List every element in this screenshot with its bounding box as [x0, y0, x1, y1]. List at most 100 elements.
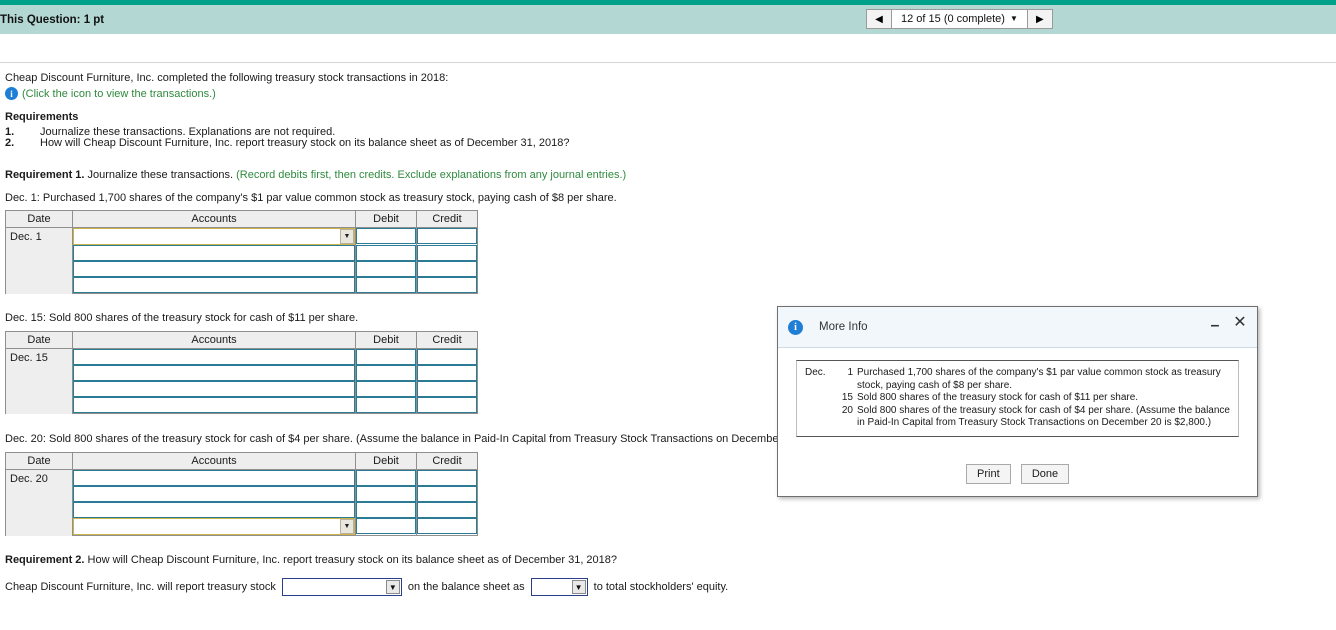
print-button[interactable]: Print — [965, 464, 1011, 484]
entry-3-account-input-2[interactable] — [73, 486, 355, 502]
table-row — [6, 365, 478, 381]
header-divider — [0, 62, 1336, 63]
entry-1-credit-input-2[interactable] — [417, 245, 477, 261]
entry-2-credit-input-4[interactable] — [417, 397, 477, 413]
journal-entry-table-3: Date Accounts Debit Credit Dec. 20 ▼ — [5, 452, 478, 536]
entry-1-account-dropdown-1[interactable]: ▼ — [73, 228, 355, 245]
entry-3-debit-input-1[interactable] — [356, 470, 416, 486]
column-header-debit: Debit — [355, 452, 417, 470]
requirement-2-sentence-part-3: to total stockholders' equity. — [593, 581, 729, 593]
treasury-stock-report-select[interactable]: ▼ — [281, 578, 402, 596]
view-transactions-link[interactable]: (Click the icon to view the transactions… — [22, 88, 216, 100]
entry-2-debit-input-3[interactable] — [356, 381, 416, 397]
month-label: Dec. — [805, 367, 826, 378]
entry-1-credit-cell-2 — [416, 245, 478, 261]
entry-2-account-input-4[interactable] — [73, 397, 355, 413]
entry-1-debit-input-4[interactable] — [356, 277, 416, 293]
entry-2-credit-input-3[interactable] — [417, 381, 477, 397]
entry-2-credit-cell-2 — [416, 365, 478, 381]
entry-2-account-input-1[interactable] — [73, 349, 355, 365]
entry-2-debit-cell-2 — [355, 365, 417, 381]
entry-3-debit-input-4[interactable] — [356, 518, 416, 534]
entry-3-account-cell-3 — [72, 502, 356, 518]
entry-1-date-cell: Dec. 1 — [5, 227, 73, 294]
entry-3-credit-input-4[interactable] — [417, 518, 477, 534]
entry-2-debit-input-2[interactable] — [356, 365, 416, 381]
entry-2-debit-cell-4 — [355, 397, 417, 414]
dialog-title-bar: i More Info – ✕ — [778, 307, 1257, 348]
next-arrow-icon: ▶ — [1036, 13, 1044, 25]
requirement-2-sentence-part-2: on the balance sheet as — [407, 581, 525, 593]
entry-1-account-cell-2 — [72, 245, 356, 261]
entry-1-account-input-2[interactable] — [73, 245, 355, 261]
next-question-button[interactable]: ▶ — [1026, 9, 1053, 29]
chevron-down-icon[interactable]: ▼ — [571, 580, 586, 594]
entry-3-account-input-3[interactable] — [73, 502, 355, 518]
column-header-credit: Credit — [416, 452, 478, 470]
chevron-down-icon[interactable]: ▼ — [340, 519, 354, 534]
entry-2-debit-input-4[interactable] — [356, 397, 416, 413]
entry-3-account-cell-2 — [72, 486, 356, 502]
table-header-row: Date Accounts Debit Credit — [5, 210, 478, 228]
dialog-body: Dec. 1 Purchased 1,700 shares of the com… — [778, 348, 1257, 437]
entry-2-debit-input-1[interactable] — [356, 349, 416, 365]
transaction-text: Sold 800 shares of the treasury stock fo… — [857, 404, 1230, 429]
view-transactions-link-row[interactable]: i (Click the icon to view the transactio… — [5, 87, 216, 100]
entry-3-account-dropdown-4[interactable]: ▼ — [73, 518, 355, 535]
dialog-footer: Print Done — [778, 464, 1257, 484]
entry-1-debit-input-2[interactable] — [356, 245, 416, 261]
entry-3-credit-cell-2 — [416, 486, 478, 502]
entry-2-credit-input-1[interactable] — [417, 349, 477, 365]
entry-3-debit-input-2[interactable] — [356, 486, 416, 502]
entry-1-account-cell-3 — [72, 261, 356, 277]
chevron-down-icon[interactable]: ▼ — [385, 580, 400, 594]
entry-3-account-cell-4: ▼ — [72, 518, 356, 536]
entry-2-account-input-2[interactable] — [73, 365, 355, 381]
entry-3-credit-input-1[interactable] — [417, 470, 477, 486]
entry-1-credit-input-4[interactable] — [417, 277, 477, 293]
entry-1-debit-input-3[interactable] — [356, 261, 416, 277]
question-selector-dropdown[interactable]: 12 of 15 (0 complete) ▼ — [892, 9, 1027, 29]
requirement-1-label: Requirement 1. — [5, 169, 85, 181]
info-icon[interactable]: i — [5, 87, 18, 100]
entry-1-account-input-4[interactable] — [73, 277, 355, 293]
entry-3-debit-input-3[interactable] — [356, 502, 416, 518]
entry-2-account-cell-2 — [72, 365, 356, 381]
more-info-dialog: i More Info – ✕ Dec. 1 Purchased 1,700 s… — [777, 306, 1258, 497]
column-header-accounts: Accounts — [72, 452, 356, 470]
entry-1-credit-input-3[interactable] — [417, 261, 477, 277]
entry-3-date-cell: Dec. 20 — [5, 469, 73, 536]
entry-3-account-input-1[interactable] — [73, 470, 355, 486]
dialog-title: More Info — [819, 321, 868, 333]
column-header-accounts: Accounts — [72, 210, 356, 228]
chevron-down-icon[interactable]: ▼ — [340, 229, 354, 244]
column-header-date: Date — [5, 452, 73, 470]
column-header-date: Date — [5, 210, 73, 228]
question-navigator: ◀ 12 of 15 (0 complete) ▼ ▶ — [866, 9, 1053, 29]
equity-effect-select[interactable]: ▼ — [530, 578, 588, 596]
close-icon[interactable]: ✕ — [1232, 315, 1248, 331]
minimize-icon[interactable]: – — [1208, 315, 1222, 334]
requirement-2-text: How will Cheap Discount Furniture, Inc. … — [40, 137, 570, 149]
entry-3-debit-cell-2 — [355, 486, 417, 502]
entry-2-account-input-3[interactable] — [73, 381, 355, 397]
entry-1-credit-cell-4 — [416, 277, 478, 294]
entry-3-caption: Dec. 20: Sold 800 shares of the treasury… — [5, 433, 852, 445]
entry-2-credit-input-2[interactable] — [417, 365, 477, 381]
entry-1-debit-input-1[interactable] — [356, 228, 416, 244]
table-header-row: Date Accounts Debit Credit — [5, 452, 478, 470]
requirement-2-answer-row: Cheap Discount Furniture, Inc. will repo… — [5, 578, 728, 596]
previous-question-button[interactable]: ◀ — [866, 9, 892, 29]
entry-3-credit-input-2[interactable] — [417, 486, 477, 502]
entry-3-credit-input-3[interactable] — [417, 502, 477, 518]
transaction-line: 20 Sold 800 shares of the treasury stock… — [805, 405, 1230, 430]
entry-1-credit-input-1[interactable] — [417, 228, 477, 244]
day-label: 1 — [847, 367, 853, 378]
table-row: Dec. 20 — [5, 469, 478, 536]
table-row — [6, 381, 478, 397]
done-button[interactable]: Done — [1020, 464, 1070, 484]
entry-1-account-cell-1: ▼ — [72, 227, 356, 245]
entry-1-account-input-3[interactable] — [73, 261, 355, 277]
entry-1-debit-cell-4 — [355, 277, 417, 294]
column-header-accounts: Accounts — [72, 331, 356, 349]
